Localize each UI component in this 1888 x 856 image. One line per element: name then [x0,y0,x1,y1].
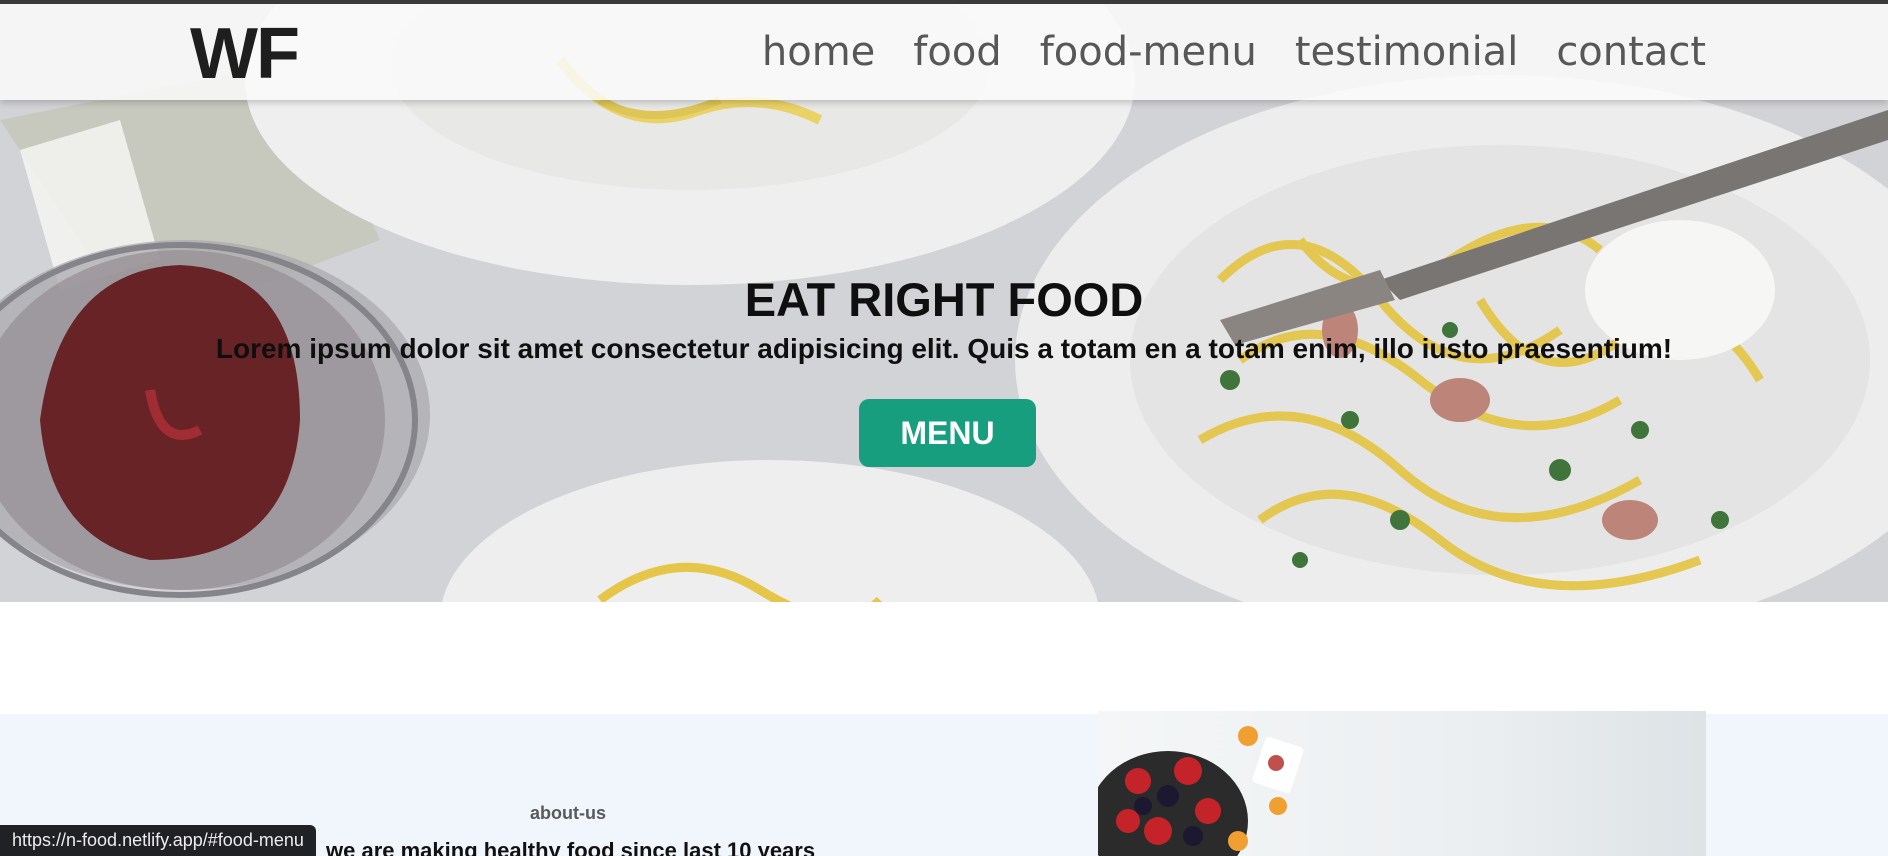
nav-link-food[interactable]: food [913,28,1001,76]
hero-subtitle: Lorem ipsum dolor sit amet consectetur a… [215,333,1673,364]
fruit-bowl-image [1098,726,1304,856]
nav-link-contact[interactable]: contact [1556,28,1706,76]
nav-link-food-menu[interactable]: food-menu [1040,28,1257,76]
nav-link-testimonial[interactable]: testimonial [1295,28,1518,76]
nav-link-home[interactable]: home [762,28,875,76]
logo[interactable]: WF [190,14,300,94]
status-bar-url: https://n-food.netlify.app/#food-menu [0,825,316,856]
navbar: WF home food food-menu testimonial conta… [0,4,1888,100]
about-tag: about-us [530,803,606,823]
hero-title: EAT RIGHT FOOD [744,273,1144,326]
nav-links: home food food-menu testimonial contact [762,28,1706,76]
about-heading: we are making healthy food since last 10… [326,838,816,856]
about-image [1098,711,1706,856]
menu-button[interactable]: MENU [859,399,1036,467]
page: EAT RIGHT FOOD Lorem ipsum dolor sit ame… [0,0,1888,856]
browser-top-edge [0,0,1888,4]
